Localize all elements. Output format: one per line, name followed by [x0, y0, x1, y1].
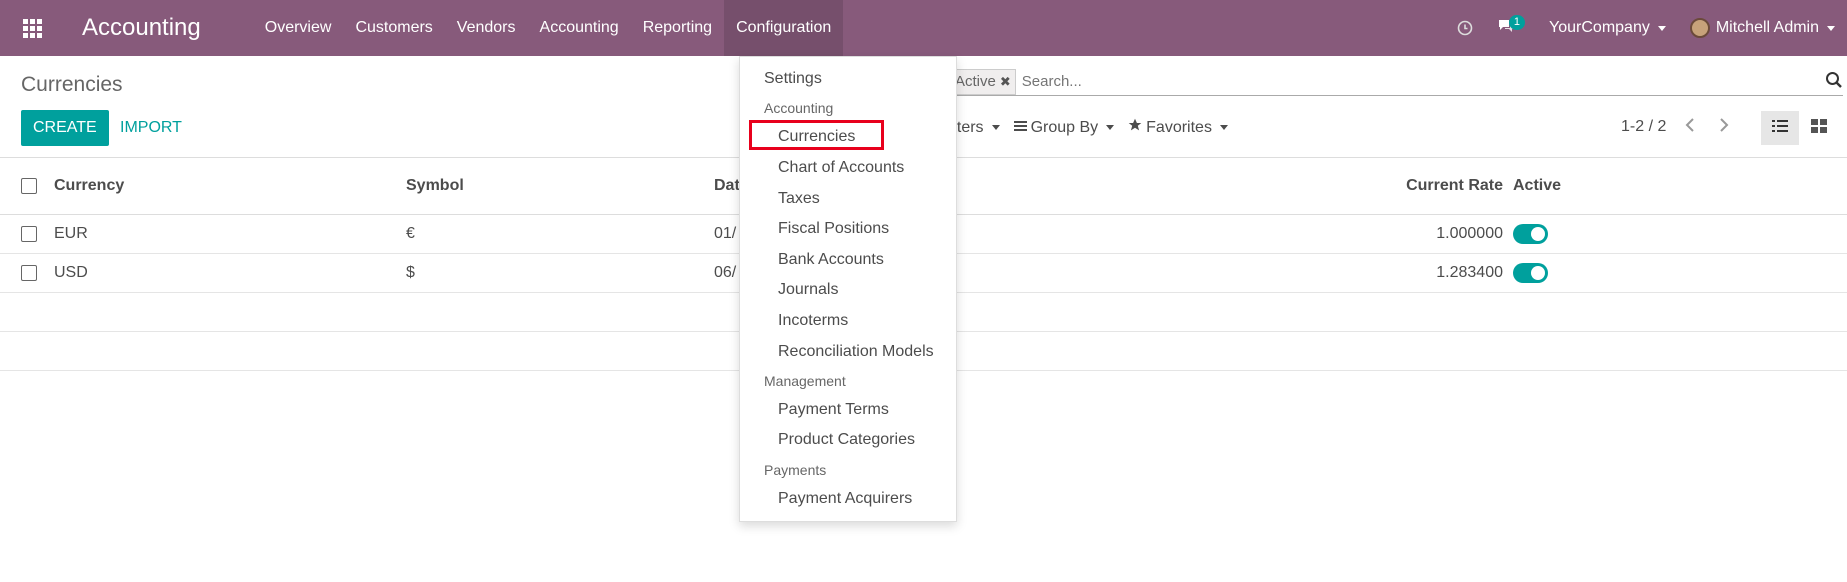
currencies-highlight-box [749, 120, 884, 150]
date-cell: 06/ [714, 264, 737, 281]
menu-customers[interactable]: Customers [343, 0, 444, 56]
company-switcher[interactable]: YourCompany [1537, 0, 1678, 56]
menu-item-chart-of-accounts[interactable]: Chart of Accounts [740, 159, 956, 177]
column-symbol[interactable]: Symbol [406, 158, 464, 214]
search-facet: Active ✖ [950, 68, 1016, 95]
activity-clock-icon[interactable] [1445, 0, 1485, 56]
menu-item-taxes[interactable]: Taxes [740, 190, 956, 208]
avatar [1689, 18, 1710, 38]
menu-item-journals[interactable]: Journals [740, 281, 956, 299]
chevron-right-icon[interactable] [1718, 117, 1730, 138]
menu-item-reconciliation-models[interactable]: Reconciliation Models [740, 343, 956, 361]
menu-configuration[interactable]: Configuration [724, 0, 844, 56]
main-navbar: Accounting Overview Customers Vendors Ac… [0, 0, 1847, 56]
user-name: Mitchell Admin [1715, 19, 1819, 36]
caret-down-icon [1219, 125, 1228, 130]
messages-count-badge: 1 [1508, 14, 1526, 30]
company-name: YourCompany [1549, 19, 1650, 36]
currency-cell: EUR [54, 225, 88, 242]
pager-value[interactable]: 1-2 / 2 [1621, 118, 1666, 136]
apps-menu-icon[interactable] [0, 0, 64, 56]
column-active[interactable]: Active [1513, 158, 1561, 214]
favorites-dropdown[interactable]: Favorites [1128, 118, 1228, 137]
list-view-button[interactable] [1761, 111, 1799, 145]
menu-overview[interactable]: Overview [253, 0, 344, 56]
menu-item-payment-acquirers[interactable]: Payment Acquirers [740, 490, 956, 508]
rate-cell: 1.000000 [1436, 225, 1503, 242]
row-checkbox[interactable] [21, 254, 37, 292]
symbol-cell: $ [406, 264, 415, 281]
column-currency[interactable]: Currency [54, 158, 124, 214]
configuration-dropdown-menu: Settings Accounting Currencies Chart of … [739, 56, 957, 522]
user-menu[interactable]: Mitchell Admin [1678, 0, 1847, 56]
import-button[interactable]: IMPORT [108, 110, 194, 146]
remove-facet-icon[interactable]: ✖ [1000, 74, 1011, 90]
menu-accounting[interactable]: Accounting [528, 0, 631, 56]
currency-cell: USD [54, 264, 88, 281]
active-toggle[interactable] [1513, 215, 1548, 253]
caret-down-icon [1106, 125, 1115, 130]
rate-cell: 1.283400 [1436, 264, 1503, 281]
section-payments: Payments [764, 462, 827, 478]
favorites-label: Favorites [1146, 118, 1212, 136]
menu-item-incoterms[interactable]: Incoterms [740, 312, 956, 330]
list-view-icon [1772, 119, 1788, 138]
group-by-label: Group By [1030, 118, 1099, 136]
select-all-checkbox[interactable] [21, 158, 37, 214]
caret-down-icon [1827, 25, 1835, 31]
create-button[interactable]: CREATE [21, 110, 109, 146]
chevron-left-icon[interactable] [1684, 117, 1696, 138]
row-checkbox[interactable] [21, 215, 37, 253]
kanban-view-button[interactable] [1800, 111, 1838, 145]
menu-item-fiscal-positions[interactable]: Fiscal Positions [740, 220, 956, 238]
bars-icon [1013, 119, 1027, 137]
column-current-rate[interactable]: Current Rate [1380, 158, 1503, 214]
search-options: Filters Group By Favorites [940, 118, 1242, 137]
app-title[interactable]: Accounting [82, 14, 201, 42]
symbol-cell: € [406, 225, 415, 242]
menu-vendors[interactable]: Vendors [445, 0, 528, 56]
breadcrumb: Currencies [21, 73, 123, 96]
menu-item-settings[interactable]: Settings [740, 70, 956, 88]
search-bar: Active ✖ [950, 68, 1843, 96]
systray: 1 YourCompany Mitchell Admin [1445, 0, 1847, 56]
menu-item-bank-accounts[interactable]: Bank Accounts [740, 251, 956, 269]
star-icon [1128, 118, 1142, 137]
group-by-dropdown[interactable]: Group By [1013, 118, 1115, 137]
section-accounting: Accounting [764, 100, 834, 116]
menu-item-payment-terms[interactable]: Payment Terms [740, 401, 956, 419]
messaging-menu[interactable]: 1 [1485, 0, 1537, 56]
section-management: Management [764, 373, 846, 389]
menu-item-product-categories[interactable]: Product Categories [740, 431, 956, 449]
search-input[interactable] [1021, 73, 1722, 90]
caret-down-icon [991, 125, 1000, 130]
active-toggle[interactable] [1513, 254, 1548, 292]
facet-label: Active [955, 73, 996, 90]
caret-down-icon [1657, 25, 1666, 31]
menu-reporting[interactable]: Reporting [631, 0, 724, 56]
search-icon[interactable] [1825, 71, 1843, 94]
date-cell: 01/ [714, 225, 737, 242]
kanban-view-icon [1811, 118, 1827, 138]
